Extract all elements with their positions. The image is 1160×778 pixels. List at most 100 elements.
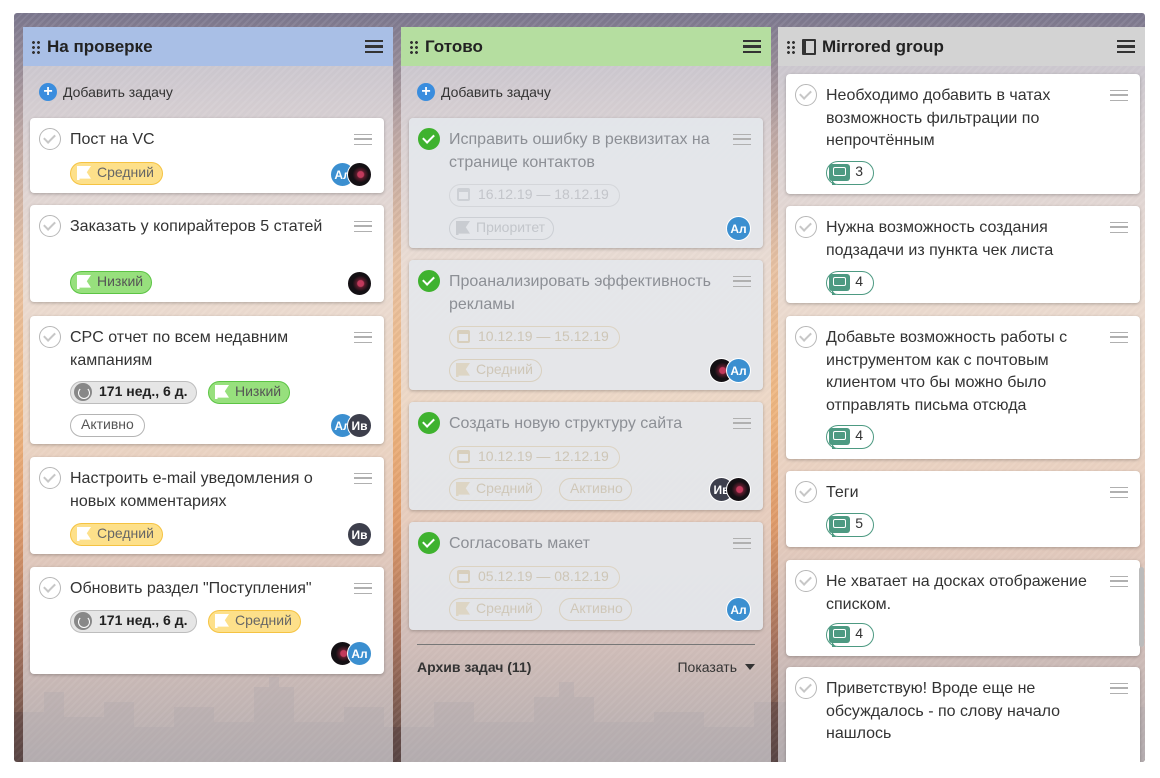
checkmark-done-icon[interactable] <box>418 532 440 554</box>
checkbox-icon[interactable] <box>795 677 817 699</box>
priority-badge[interactable]: Низкий <box>208 381 291 404</box>
task-card[interactable]: Согласовать макет 05.12.19 — 08.12.19 Ср… <box>409 522 763 630</box>
card-menu-icon[interactable] <box>733 418 751 429</box>
time-tracking-badge[interactable]: 171 нед., 6 д. <box>70 610 197 633</box>
task-card[interactable]: Приветствую! Вроде еще не обсуждалось - … <box>786 667 1140 762</box>
assignees[interactable]: Ив Ал <box>330 413 372 438</box>
card-menu-icon[interactable] <box>733 538 751 549</box>
card-menu-icon[interactable] <box>1110 683 1128 694</box>
card-menu-icon[interactable] <box>1110 332 1128 343</box>
plus-icon: + <box>417 83 435 101</box>
comments-badge[interactable]: 4 <box>826 271 874 295</box>
priority-label: Средний <box>476 361 533 377</box>
column-done: Готово + Добавить задачу Исправить ошибк… <box>401 27 771 762</box>
archive-show-button[interactable]: Показать <box>677 659 755 675</box>
task-card[interactable]: Настроить e-mail уведомления о новых ком… <box>30 457 384 554</box>
checkbox-icon[interactable] <box>795 216 817 238</box>
priority-label: Приоритет <box>476 219 546 235</box>
task-card[interactable]: Обновить раздел "Поступления" 171 нед., … <box>30 567 384 674</box>
status-badge[interactable]: Активно <box>559 598 632 621</box>
card-menu-icon[interactable] <box>354 473 372 484</box>
priority-badge[interactable]: Низкий <box>70 271 153 294</box>
assignees[interactable]: Ал <box>726 216 751 241</box>
card-menu-icon[interactable] <box>733 134 751 145</box>
priority-badge[interactable]: Средний <box>70 162 163 185</box>
drag-handle-icon[interactable] <box>786 39 796 54</box>
mirrored-book-icon <box>802 38 816 55</box>
card-menu-icon[interactable] <box>354 583 372 594</box>
task-card[interactable]: Нужна возможность создания подзадачи из … <box>786 206 1140 303</box>
priority-badge[interactable]: Средний <box>449 478 542 501</box>
column-menu-icon[interactable] <box>743 40 761 53</box>
card-menu-icon[interactable] <box>733 276 751 287</box>
date-range-badge[interactable]: 16.12.19 — 18.12.19 <box>449 184 620 207</box>
drag-handle-icon[interactable] <box>31 39 41 54</box>
card-menu-icon[interactable] <box>354 332 372 343</box>
priority-badge[interactable]: Средний <box>208 610 301 633</box>
comments-badge[interactable]: 5 <box>826 513 874 537</box>
priority-badge[interactable]: Средний <box>449 598 542 621</box>
date-range-badge[interactable]: 10.12.19 — 12.12.19 <box>449 446 620 469</box>
checkbox-icon[interactable] <box>39 467 61 489</box>
comments-badge[interactable]: 4 <box>826 425 874 449</box>
task-card[interactable]: Не хватает на досках отображение списком… <box>786 560 1140 656</box>
avatar: Ал <box>347 641 372 666</box>
task-card[interactable]: Исправить ошибку в реквизитах на страниц… <box>409 118 763 248</box>
task-title: CPC отчет по всем недавним кампаниям <box>70 329 289 369</box>
add-task-button[interactable]: + Добавить задачу <box>401 80 771 104</box>
time-tracking-badge[interactable]: 171 нед., 6 д. <box>70 381 197 404</box>
card-menu-icon[interactable] <box>1110 90 1128 101</box>
checkmark-done-icon[interactable] <box>418 128 440 150</box>
card-menu-icon[interactable] <box>1110 487 1128 498</box>
status-badge[interactable]: Активно <box>70 414 145 437</box>
priority-badge[interactable]: Средний <box>449 359 542 382</box>
status-badge[interactable]: Активно <box>559 478 632 501</box>
assignees[interactable] <box>347 271 372 296</box>
checkmark-done-icon[interactable] <box>418 412 440 434</box>
checkbox-icon[interactable] <box>39 326 61 348</box>
checkbox-icon[interactable] <box>39 215 61 237</box>
card-menu-icon[interactable] <box>1110 222 1128 233</box>
checkbox-icon[interactable] <box>795 326 817 348</box>
column-menu-icon[interactable] <box>1117 40 1135 53</box>
task-card[interactable]: Заказать у копирайтеров 5 статей Низкий <box>30 205 384 302</box>
checkmark-done-icon[interactable] <box>418 270 440 292</box>
date-range-badge[interactable]: 10.12.19 — 15.12.19 <box>449 326 620 349</box>
priority-badge[interactable]: Приоритет <box>449 217 555 240</box>
date-range-badge[interactable]: 05.12.19 — 08.12.19 <box>449 566 620 589</box>
comment-icon <box>829 274 850 295</box>
assignees[interactable]: Ал <box>709 358 751 383</box>
column-scrollbar[interactable] <box>1139 567 1144 647</box>
checkbox-icon[interactable] <box>39 128 61 150</box>
checkbox-icon[interactable] <box>795 84 817 106</box>
checkbox-icon[interactable] <box>795 481 817 503</box>
task-card[interactable]: Проанализировать эффективность рекламы 1… <box>409 260 763 390</box>
task-card[interactable]: Добавьте возможность работы с инструмент… <box>786 316 1140 459</box>
card-menu-icon[interactable] <box>354 134 372 145</box>
task-card[interactable]: Необходимо добавить в чатах возможность … <box>786 74 1140 194</box>
comments-badge[interactable]: 4 <box>826 623 874 647</box>
task-title: Заказать у копирайтеров 5 статей <box>70 218 323 235</box>
assignees[interactable]: Ив <box>709 477 751 502</box>
task-card[interactable]: Пост на VC Средний Ал <box>30 118 384 193</box>
comments-badge[interactable]: 3 <box>826 161 874 185</box>
add-task-button[interactable]: + Добавить задачу <box>23 80 393 104</box>
checkbox-icon[interactable] <box>795 570 817 592</box>
assignees[interactable]: Ал <box>330 641 372 666</box>
priority-badge[interactable]: Средний <box>70 523 163 546</box>
card-menu-icon[interactable] <box>1110 576 1128 587</box>
checkbox-icon[interactable] <box>39 577 61 599</box>
assignees[interactable]: Ив <box>347 522 372 547</box>
task-card[interactable]: Теги 5 <box>786 471 1140 547</box>
card-menu-icon[interactable] <box>354 221 372 232</box>
column-menu-icon[interactable] <box>365 40 383 53</box>
drag-handle-icon[interactable] <box>409 39 419 54</box>
task-card[interactable]: CPC отчет по всем недавним кампаниям 171… <box>30 316 384 444</box>
task-card[interactable]: Создать новую структуру сайта 10.12.19 —… <box>409 402 763 510</box>
flag-icon <box>77 166 91 180</box>
calendar-icon <box>457 570 470 583</box>
assignees[interactable]: Ал <box>330 162 372 187</box>
archive-section: Архив задач (11) Показать <box>417 644 755 675</box>
priority-label: Средний <box>476 480 533 496</box>
assignees[interactable]: Ал <box>726 597 751 622</box>
